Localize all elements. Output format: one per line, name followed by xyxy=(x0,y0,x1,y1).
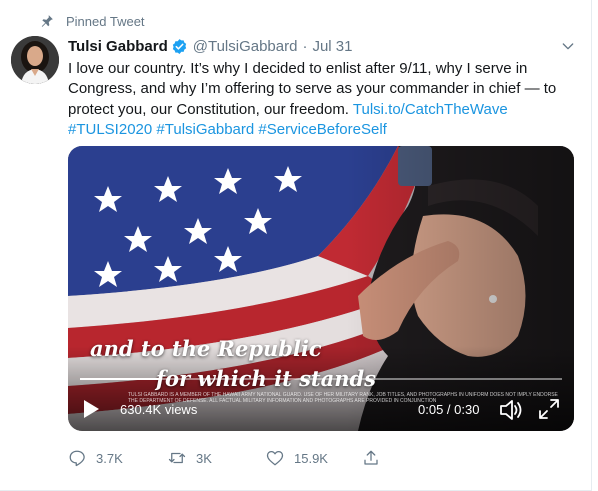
avatar[interactable] xyxy=(11,36,59,84)
pin-icon xyxy=(41,15,53,27)
hashtag-servicebeforeself[interactable]: #ServiceBeforeSelf xyxy=(258,121,386,138)
like-count: 15.9K xyxy=(294,450,328,466)
tweet-link[interactable]: Tulsi.to/CatchTheWave xyxy=(353,101,508,118)
share-button[interactable] xyxy=(362,447,380,469)
timeline-border-right xyxy=(591,0,592,491)
share-icon xyxy=(364,450,378,465)
reply-icon xyxy=(69,450,85,467)
hashtag-tulsi2020[interactable]: #TULSI2020 xyxy=(68,121,152,138)
tweet-actions: 3.7K 3K 15.9K xyxy=(68,447,398,469)
video-progress-fill xyxy=(80,378,162,380)
video-time: 0:05 / 0:30 xyxy=(418,402,480,417)
tweet-text: I love our country. It’s why I decided t… xyxy=(68,59,568,141)
chevron-down-icon[interactable] xyxy=(560,38,576,54)
retweet-count: 3K xyxy=(196,450,212,466)
video-player[interactable]: and to the Republic for which it stands … xyxy=(68,146,574,431)
avatar-image xyxy=(11,36,59,84)
author-name[interactable]: Tulsi Gabbard xyxy=(68,38,168,55)
tweet-date[interactable]: Jul 31 xyxy=(312,38,352,55)
author-handle[interactable]: @TulsiGabbard xyxy=(193,38,298,55)
hashtag-tulsigabbard[interactable]: #TulsiGabbard xyxy=(156,121,254,138)
retweet-icon xyxy=(168,452,186,464)
reply-button[interactable]: 3.7K xyxy=(68,447,123,469)
header-separator: · xyxy=(302,37,308,55)
pinned-label: Pinned Tweet xyxy=(66,13,145,29)
like-button[interactable]: 15.9K xyxy=(266,447,328,469)
fullscreen-icon[interactable] xyxy=(538,398,560,420)
reply-count: 3.7K xyxy=(96,450,123,466)
heart-icon xyxy=(266,450,284,466)
video-view-count: 630.4K views xyxy=(120,402,198,417)
verified-badge-icon xyxy=(172,38,186,54)
tweet-header: Tulsi Gabbard @TulsiGabbard · Jul 31 xyxy=(68,36,352,56)
pinned-tweet-indicator: Pinned Tweet xyxy=(40,12,145,30)
retweet-button[interactable]: 3K xyxy=(168,447,212,469)
play-icon[interactable] xyxy=(82,399,100,419)
video-caption-line-1: and to the Republic xyxy=(90,336,322,361)
volume-muted-icon[interactable] xyxy=(498,398,524,422)
video-progress-bar[interactable] xyxy=(80,378,562,380)
